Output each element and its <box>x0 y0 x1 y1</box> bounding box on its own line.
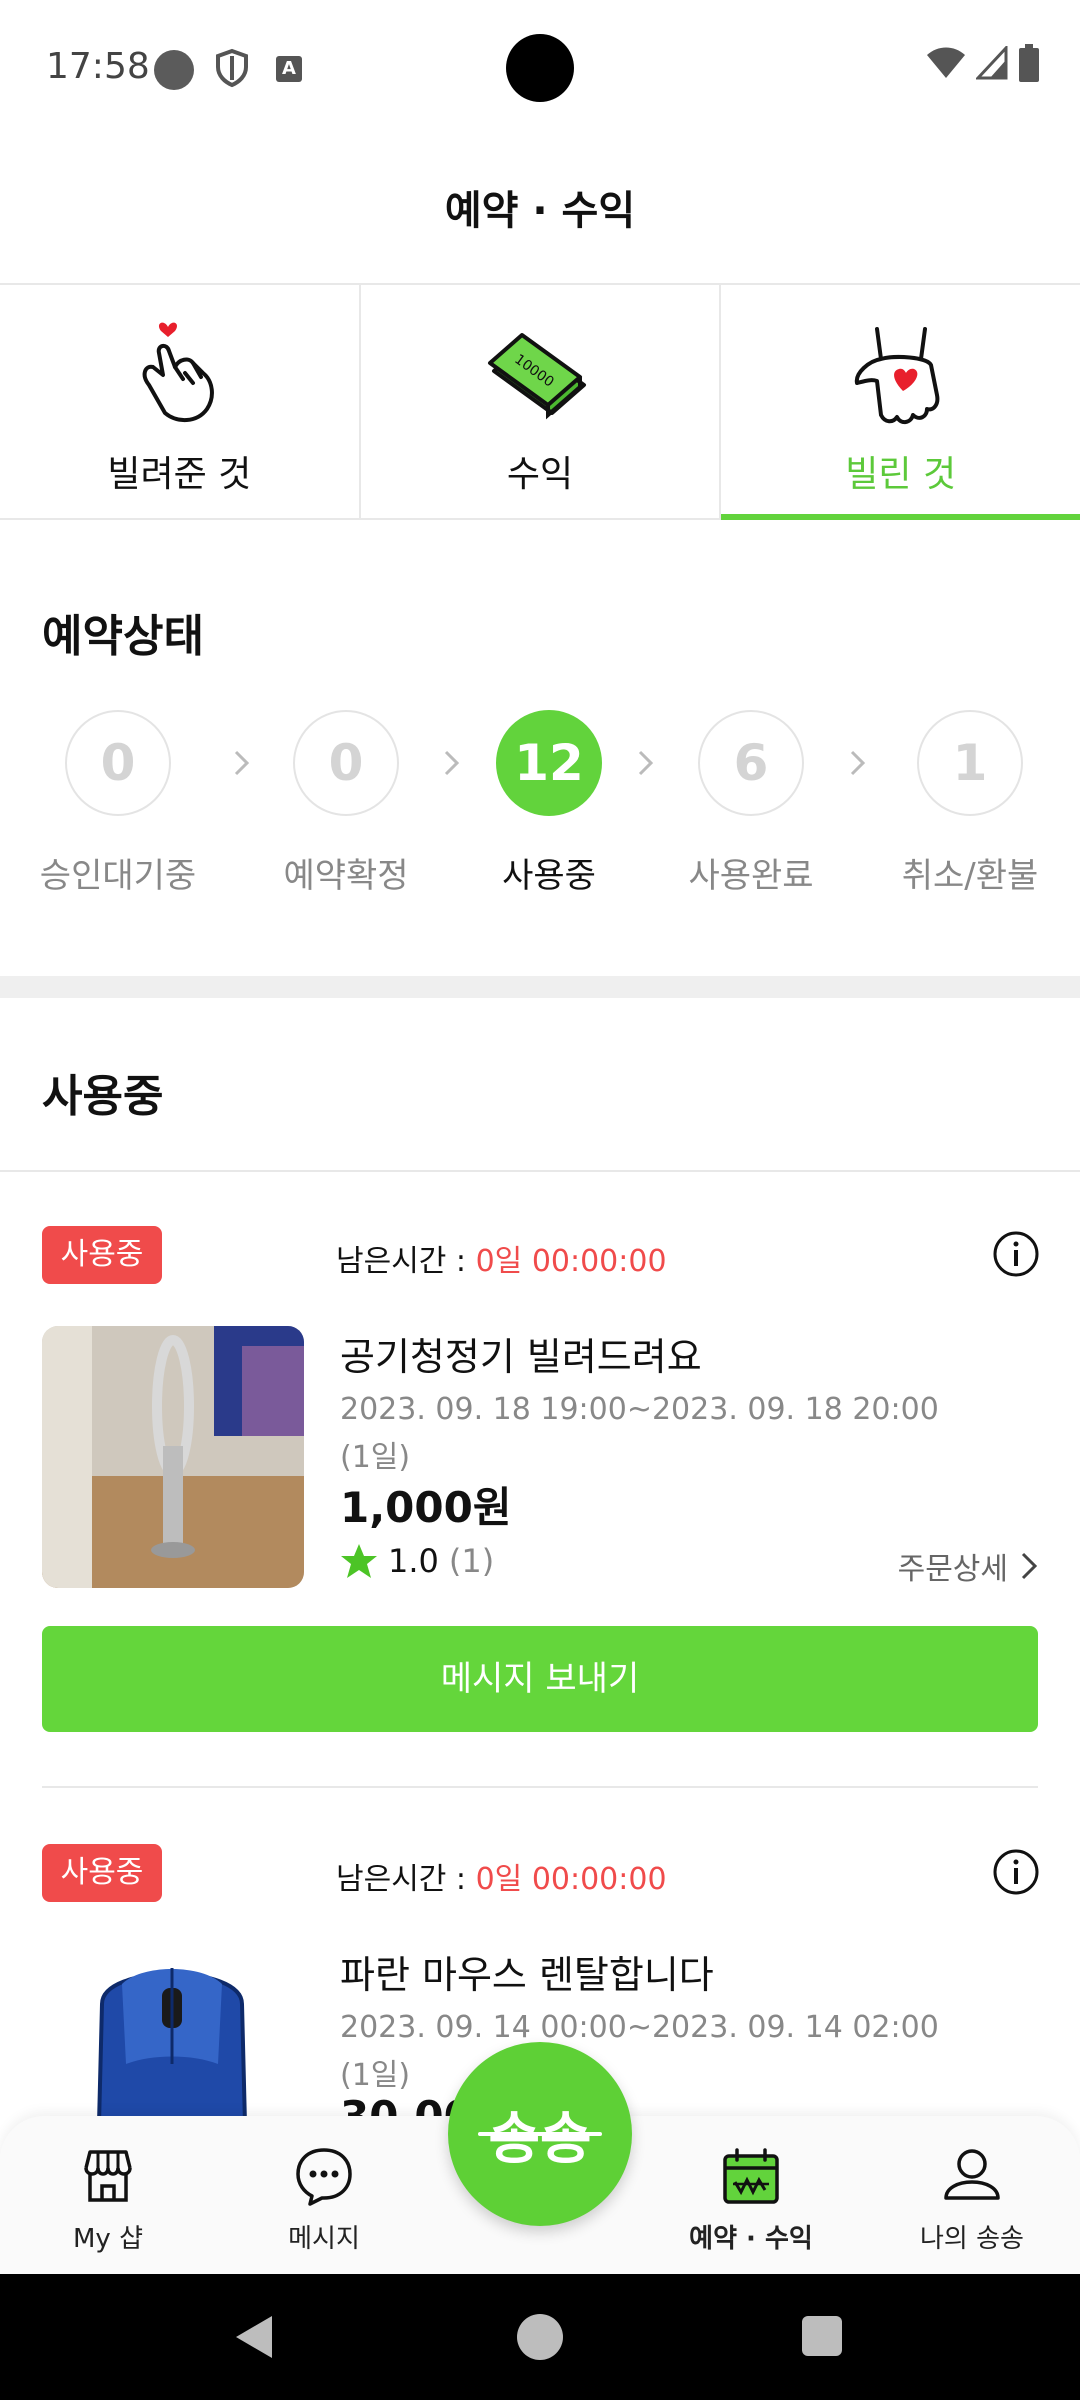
remaining-value: 0일 00:00:00 <box>475 1244 667 1279</box>
nav-messages[interactable]: 메시지 <box>244 2144 404 2255</box>
back-icon[interactable] <box>232 2314 276 2360</box>
star-icon <box>341 1544 377 1578</box>
remaining-label: 남은시간 : <box>336 1244 467 1279</box>
status-right <box>926 44 1040 82</box>
step-count: 12 <box>496 710 602 816</box>
reservation-steps: 0 승인대기중 0 예약확정 12 사용중 6 사용완료 1 취소/환불 <box>0 710 1080 896</box>
step-count: 0 <box>65 710 171 816</box>
product-image[interactable] <box>42 1326 304 1588</box>
nav-label: My 샵 <box>72 2224 143 2254</box>
tab-income[interactable]: 10000 수익 <box>358 285 720 518</box>
tab-label: 수익 <box>506 454 574 495</box>
info-icon[interactable] <box>992 1230 1040 1278</box>
step-confirmed[interactable]: 0 예약확정 <box>246 710 446 897</box>
rating-value: 1.0 <box>388 1542 439 1580</box>
rental-period: 2023. 09. 14 00:00~2023. 09. 14 02:00 <box>340 2010 939 2045</box>
system-navigation-bar <box>0 2274 1080 2400</box>
recent-apps-icon[interactable] <box>802 2316 842 2356</box>
remaining-value: 0일 00:00:00 <box>475 1862 667 1897</box>
signal-icon <box>976 46 1008 80</box>
calendar-money-icon <box>723 2148 779 2204</box>
info-icon[interactable] <box>992 1848 1040 1896</box>
status-bar: 17:58 A <box>0 0 1080 140</box>
tab-bar: 빌려준 것 10000 수익 빌린 것 <box>0 283 1080 520</box>
remaining-time: 남은시간 : 0일 00:00:00 <box>336 1236 667 1280</box>
step-completed[interactable]: 6 사용완료 <box>651 710 851 897</box>
step-label: 사용완료 <box>688 856 814 896</box>
tab-lent[interactable]: 빌려준 것 <box>0 285 359 518</box>
step-label: 취소/환불 <box>901 856 1039 896</box>
circle-icon <box>154 50 194 90</box>
product-image[interactable] <box>42 1944 304 2116</box>
remaining-time: 남은시간 : 0일 00:00:00 <box>336 1854 667 1898</box>
order-detail-link[interactable]: 주문상세 <box>898 1544 1040 1588</box>
order-detail-label: 주문상세 <box>897 1552 1008 1587</box>
logo-line <box>478 2132 602 2136</box>
finger-heart-icon <box>142 322 215 422</box>
rental-days: (1일) <box>340 1440 411 1475</box>
product-title[interactable]: 공기청정기 빌려드려요 <box>340 1326 702 1381</box>
step-pending[interactable]: 0 승인대기중 <box>18 710 218 897</box>
step-label: 예약확정 <box>283 856 409 896</box>
step-count: 0 <box>293 710 399 816</box>
nav-my-shop[interactable]: My 샵 <box>28 2144 188 2255</box>
wifi-icon <box>927 47 965 78</box>
status-time: 17:58 <box>46 46 150 87</box>
send-message-button[interactable]: 메시지 보내기 <box>42 1626 1038 1732</box>
step-count: 1 <box>917 710 1023 816</box>
tab-borrowed[interactable]: 빌린 것 <box>719 285 1080 520</box>
divider <box>0 1170 1080 1172</box>
camera-cutout <box>506 34 574 102</box>
product-title[interactable]: 파란 마우스 렌탈합니다 <box>340 1944 714 1999</box>
hand-heart-icon <box>854 327 940 424</box>
money-icon: 10000 <box>488 333 586 420</box>
tab-label: 빌린 것 <box>845 454 957 495</box>
home-icon[interactable] <box>517 2314 563 2360</box>
shield-icon <box>216 48 248 88</box>
chevron-right-icon <box>1021 1552 1038 1580</box>
nav-label: 예약 · 수익 <box>689 2224 813 2254</box>
battery-icon <box>1019 44 1039 82</box>
message-icon <box>296 2148 352 2206</box>
rating: 1.0 (1) <box>340 1542 494 1580</box>
rental-card: 사용중 남은시간 : 0일 00:00:00 공기청정기 빌려드려요 2023.… <box>0 1226 1080 1746</box>
page-title: 예약 · 수익 <box>444 188 636 234</box>
profile-icon <box>944 2149 1000 2200</box>
divider <box>42 1786 1038 1788</box>
section-title-reservation-status: 예약상태 <box>42 611 204 662</box>
chevron-right-icon <box>850 750 866 776</box>
a-icon: A <box>276 56 302 82</box>
songsong-home-button[interactable]: 송송 <box>448 2042 632 2226</box>
rating-count: (1) <box>448 1542 495 1580</box>
status-badge: 사용중 <box>42 1844 162 1902</box>
nav-my-songsong[interactable]: 나의 송송 <box>892 2144 1052 2255</box>
nav-label: 나의 송송 <box>920 2224 1024 2254</box>
tab-label: 빌려준 것 <box>107 454 252 495</box>
price: 1,000원 <box>340 1483 512 1532</box>
nav-label: 메시지 <box>288 2224 360 2254</box>
section-title-in-use: 사용중 <box>42 1071 164 1122</box>
remaining-label: 남은시간 : <box>336 1862 467 1897</box>
nav-reservation-income[interactable]: 예약 · 수익 <box>671 2144 831 2255</box>
step-cancelled[interactable]: 1 취소/환불 <box>870 710 1070 897</box>
rental-period: 2023. 09. 18 19:00~2023. 09. 18 20:00 <box>340 1392 939 1427</box>
step-label: 승인대기중 <box>39 856 197 896</box>
step-in-use[interactable]: 12 사용중 <box>449 710 649 897</box>
rental-days: (1일) <box>340 2058 411 2093</box>
step-label: 사용중 <box>502 856 596 896</box>
section-divider <box>0 976 1080 998</box>
status-badge: 사용중 <box>42 1226 162 1284</box>
shop-icon <box>84 2150 132 2202</box>
step-count: 6 <box>698 710 804 816</box>
